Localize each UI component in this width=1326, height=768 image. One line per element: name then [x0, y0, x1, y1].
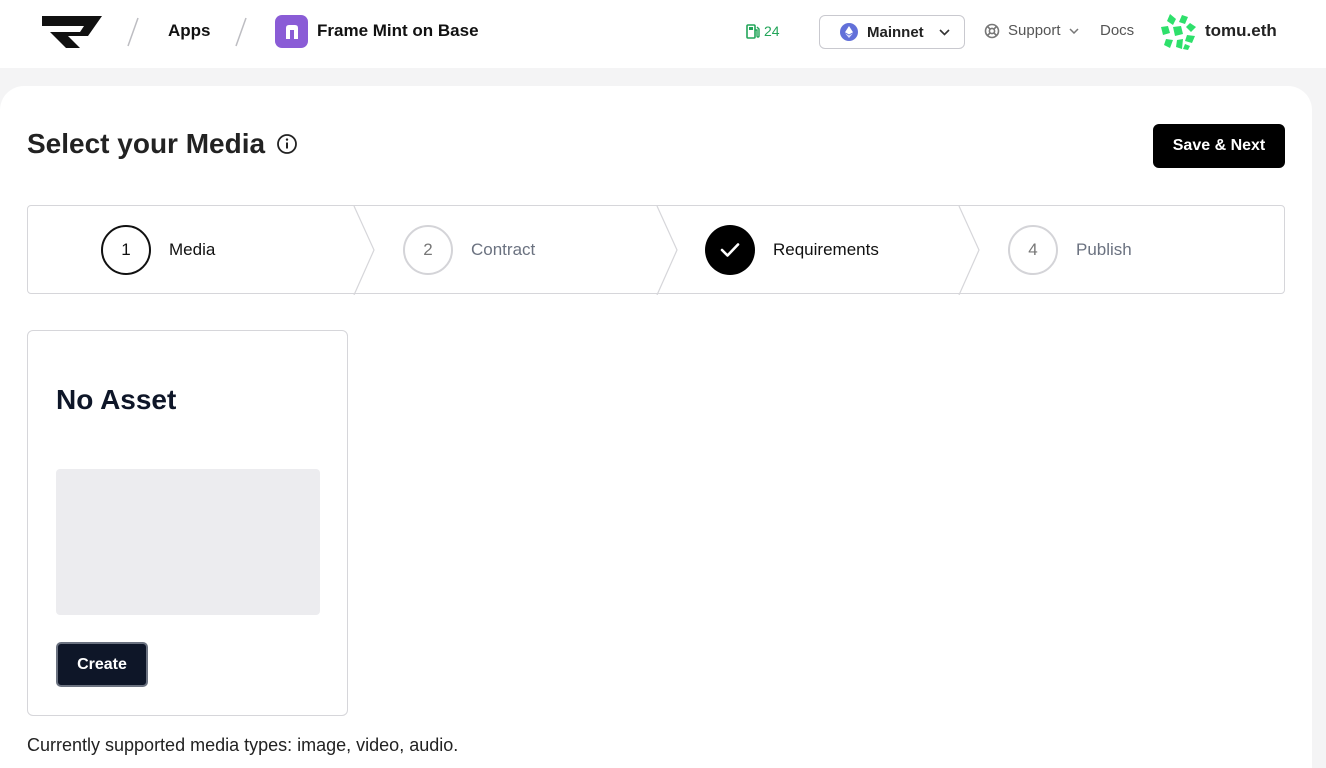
step-media[interactable]: 1 Media: [101, 225, 216, 275]
breadcrumb-separator: [234, 16, 248, 48]
breadcrumb-app-name[interactable]: Frame Mint on Base: [317, 21, 479, 41]
step-publish[interactable]: 4 Publish: [1008, 225, 1132, 275]
username[interactable]: tomu.eth: [1205, 21, 1277, 41]
asset-preview-placeholder: [56, 469, 320, 615]
asset-card: No Asset Create: [27, 330, 348, 716]
step-label: Publish: [1076, 240, 1132, 259]
gas-pump-icon: [746, 23, 760, 39]
save-next-button[interactable]: Save & Next: [1153, 124, 1285, 168]
step-label: Requirements: [773, 240, 879, 259]
chevron-down-icon: [939, 28, 950, 36]
ethereum-icon: [840, 23, 858, 41]
gas-price-indicator: 24: [746, 23, 780, 39]
info-icon[interactable]: [276, 133, 298, 155]
docs-link[interactable]: Docs: [1100, 22, 1134, 39]
network-label: Mainnet: [867, 23, 924, 41]
brand-logo-icon[interactable]: [40, 14, 104, 50]
step-complete-badge: [705, 225, 755, 275]
support-label: Support: [1008, 22, 1061, 39]
step-contract[interactable]: 2 Contract: [403, 225, 536, 275]
breadcrumb-separator: [126, 16, 140, 48]
checkmark-icon: [720, 243, 740, 257]
step-label: Contract: [471, 240, 536, 259]
lifebuoy-icon: [984, 23, 1000, 38]
gas-value: 24: [764, 23, 780, 39]
network-selector-button[interactable]: Mainnet: [819, 15, 965, 49]
step-label: Media: [169, 240, 216, 259]
app-icon: [275, 15, 308, 48]
step-number: 4: [1008, 225, 1058, 275]
step-number: 1: [101, 225, 151, 275]
support-menu[interactable]: Support: [984, 22, 1079, 39]
step-requirements[interactable]: Requirements: [705, 225, 879, 275]
breadcrumb-apps-link[interactable]: Apps: [168, 21, 211, 41]
supported-media-note: Currently supported media types: image, …: [27, 735, 459, 755]
progress-stepper: 1 Media 2 Contract Requirements 4 Publis…: [27, 205, 1285, 295]
asset-card-title: No Asset: [56, 384, 177, 415]
avatar[interactable]: [1160, 13, 1197, 50]
create-asset-button[interactable]: Create: [56, 642, 148, 687]
step-number: 2: [403, 225, 453, 275]
top-navigation-bar: Apps Frame Mint on Base 24 Mainnet Suppo…: [0, 0, 1326, 68]
page-title: Select your Media: [27, 128, 266, 159]
chevron-down-icon: [1069, 27, 1079, 34]
